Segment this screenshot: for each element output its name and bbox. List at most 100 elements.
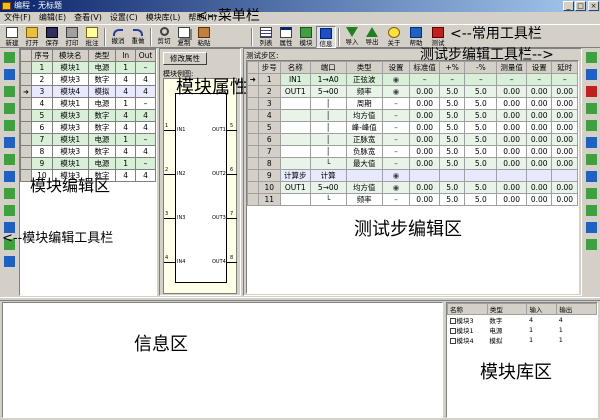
- module-row[interactable]: 1 模块1 电源 1–: [20, 61, 156, 74]
- open-button[interactable]: 打开: [22, 26, 42, 48]
- lib-col-type[interactable]: 类型: [486, 303, 528, 315]
- library-row[interactable]: 模块4 模拟 1 1: [448, 335, 597, 345]
- module-tool-8[interactable]: [2, 169, 17, 184]
- module-row[interactable]: 5 模块3 数字 4 4: [20, 109, 156, 122]
- module-row[interactable]: ➜ 3 模块4 模拟 4 4: [20, 85, 156, 98]
- print-button[interactable]: 打印: [62, 26, 82, 48]
- test-button[interactable]: 测试: [428, 26, 448, 48]
- step-row[interactable]: 8 └ 最大值 –0.00 5.0 5.0 0.00 0.00 0.00: [247, 157, 578, 170]
- step-row[interactable]: 3 │ 周期 –0.00 5.0 5.0 0.00 0.00 0.00: [247, 97, 578, 110]
- step-row[interactable]: 11 └ 频率 –0.00 5.0 5.0 0.00 0.00 0.00: [247, 193, 578, 206]
- step-tool-11[interactable]: [584, 220, 599, 235]
- module-tool-10[interactable]: [2, 203, 17, 218]
- step-cell-set[interactable]: –: [381, 97, 411, 110]
- col-type[interactable]: 类型: [87, 49, 117, 62]
- step-cell-set[interactable]: –: [381, 133, 411, 146]
- copy-button[interactable]: 复制: [174, 26, 194, 48]
- minimize-button[interactable]: _: [563, 1, 574, 11]
- save-button[interactable]: 保存: [42, 26, 62, 48]
- module-button[interactable]: 模块: [296, 26, 316, 48]
- col-in[interactable]: In: [115, 49, 137, 62]
- module-tool-7[interactable]: [2, 152, 17, 167]
- menu-view[interactable]: 查看(V): [70, 12, 106, 24]
- step-tool-4[interactable]: [584, 101, 599, 116]
- step-row[interactable]: 4 │ 均方值 –0.00 5.0 5.0 0.00 0.00 0.00: [247, 109, 578, 122]
- module-row[interactable]: 2 模块3 数字 4 4: [20, 73, 156, 86]
- info-button[interactable]: 信息: [316, 26, 336, 48]
- step-tool-3[interactable]: [584, 84, 599, 99]
- step-col-header[interactable]: 类型: [345, 61, 383, 74]
- step-cell-set[interactable]: –: [381, 157, 411, 170]
- step-col-header[interactable]: 标准值: [409, 61, 440, 74]
- step-tool-8[interactable]: [584, 169, 599, 184]
- module-tool-2[interactable]: [2, 67, 17, 82]
- step-col-header[interactable]: 设置: [525, 61, 553, 74]
- step-tool-5[interactable]: [584, 118, 599, 133]
- step-row[interactable]: 2 OUT1 5→00 频率 ◉ 0.00 5.0 5.0 0.00 0.00 0.00: [247, 85, 578, 98]
- col-name[interactable]: 模块名: [51, 49, 89, 62]
- modify-properties-button[interactable]: 修改属性: [163, 52, 207, 65]
- step-row[interactable]: 10 OUT1 5→00 均方值 ◉ 0.00 5.0 5.0 0.00 0.00 0.00: [247, 181, 578, 194]
- step-tool-12[interactable]: [584, 237, 599, 252]
- help-button[interactable]: 帮助: [406, 26, 426, 48]
- step-col-header[interactable]: 测量值: [496, 61, 527, 74]
- step-col-header[interactable]: 端口: [309, 61, 347, 74]
- step-col-header[interactable]: 延时: [551, 61, 578, 74]
- step-cell-set[interactable]: –: [381, 145, 411, 158]
- step-tool-2[interactable]: [584, 67, 599, 82]
- step-cell-set[interactable]: ◉: [381, 169, 411, 182]
- menu-edit[interactable]: 编辑(E): [35, 12, 70, 24]
- module-tool-4[interactable]: [2, 101, 17, 116]
- step-tool-6[interactable]: [584, 135, 599, 150]
- menu-file[interactable]: 文件(F): [0, 12, 35, 24]
- step-cell-set[interactable]: ◉: [381, 181, 411, 194]
- maximize-button[interactable]: □: [575, 1, 586, 11]
- library-row[interactable]: 模块3 数字 4 4: [448, 315, 597, 325]
- lib-col-out[interactable]: 输出: [556, 303, 597, 315]
- library-checkbox[interactable]: [449, 328, 456, 334]
- module-row[interactable]: 7 模块1 电源 1–: [20, 133, 156, 146]
- paste-button[interactable]: 粘贴: [194, 26, 214, 48]
- module-tool-5[interactable]: [2, 118, 17, 133]
- annotate-button[interactable]: 批注: [82, 26, 102, 48]
- step-col-header[interactable]: +%: [438, 61, 466, 74]
- step-tool-7[interactable]: [584, 152, 599, 167]
- library-checkbox[interactable]: [449, 338, 456, 344]
- step-row[interactable]: 9 计算步 计算 ◉: [247, 169, 578, 182]
- menu-settings[interactable]: 设置(C): [106, 12, 142, 24]
- list-button[interactable]: 列表: [256, 26, 276, 48]
- module-row[interactable]: 9 模块1 电源 1–: [20, 157, 156, 170]
- properties-button[interactable]: 属性: [276, 26, 296, 48]
- close-button[interactable]: ×: [588, 1, 599, 11]
- module-tool-3[interactable]: [2, 84, 17, 99]
- col-no[interactable]: 序号: [30, 49, 53, 62]
- lib-col-in[interactable]: 输入: [526, 303, 558, 315]
- module-row[interactable]: 8 模块3 数字 4 4: [20, 145, 156, 158]
- step-cell-set[interactable]: ◉: [381, 73, 411, 86]
- step-col-header[interactable]: -%: [464, 61, 498, 74]
- import-button[interactable]: 导入: [342, 26, 362, 48]
- undo-button[interactable]: 撤消: [108, 26, 128, 48]
- lib-col-name[interactable]: 名称: [447, 303, 488, 315]
- step-row[interactable]: 6 │ 正脉宽 –0.00 5.0 5.0 0.00 0.00 0.00: [247, 133, 578, 146]
- step-cell-set[interactable]: ◉: [381, 85, 411, 98]
- module-tool-6[interactable]: [2, 135, 17, 150]
- col-out[interactable]: Out: [135, 49, 156, 62]
- new-button[interactable]: 新建: [2, 26, 22, 48]
- step-tool-1[interactable]: [584, 50, 599, 65]
- module-row[interactable]: 4 模块1 电源 1–: [20, 97, 156, 110]
- step-tool-9[interactable]: [584, 186, 599, 201]
- module-tool-13[interactable]: [2, 254, 17, 269]
- step-cell-set[interactable]: –: [381, 109, 411, 122]
- step-tool-10[interactable]: [584, 203, 599, 218]
- library-row[interactable]: 模块1 电源 1 1: [448, 325, 597, 335]
- step-cell-set[interactable]: –: [381, 121, 411, 134]
- redo-button[interactable]: 重做: [128, 26, 148, 48]
- module-tool-9[interactable]: [2, 186, 17, 201]
- step-row[interactable]: 7 │ 负脉宽 –0.00 5.0 5.0 0.00 0.00 0.00: [247, 145, 578, 158]
- about-button[interactable]: 关于: [384, 26, 404, 48]
- export-button[interactable]: 导出: [362, 26, 382, 48]
- menu-library[interactable]: 模块库(L): [142, 12, 185, 24]
- module-row[interactable]: 6 模块3 数字 4 4: [20, 121, 156, 134]
- module-tool-1[interactable]: [2, 50, 17, 65]
